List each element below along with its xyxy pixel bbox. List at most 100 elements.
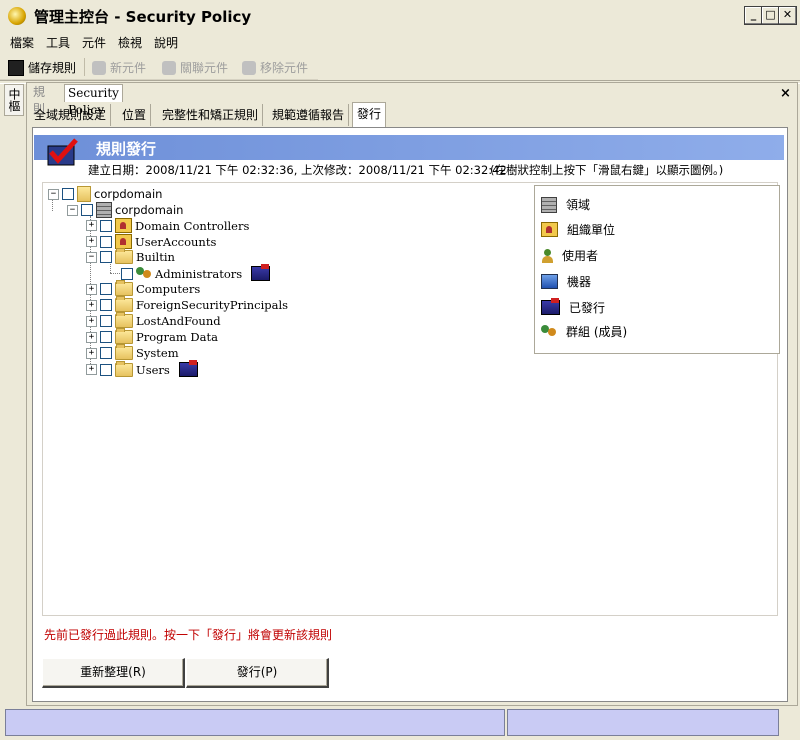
node-label: UserAccounts <box>135 234 217 249</box>
tree-node-program-data[interactable]: + Program Data <box>86 328 218 344</box>
tree-node-administrators[interactable]: Administrators <box>121 264 271 281</box>
expand-icon[interactable]: + <box>86 283 97 295</box>
folder-icon <box>115 280 133 296</box>
tree-node-users[interactable]: + Users <box>86 360 198 377</box>
tab-location[interactable]: 位置 <box>118 104 152 126</box>
tree-node-computers[interactable]: + Computers <box>86 280 201 296</box>
expand-icon[interactable]: + <box>86 331 97 343</box>
publish-button[interactable]: 發行(P) <box>186 658 329 688</box>
side-tab-hub[interactable]: 中樞 <box>4 84 24 116</box>
menu-file[interactable]: 檔案 <box>10 34 34 51</box>
tree-node-lostandfound[interactable]: + LostAndFound <box>86 312 221 328</box>
tab-publish[interactable]: 發行 <box>352 102 387 128</box>
checkbox[interactable] <box>62 188 74 200</box>
node-label: corpdomain <box>94 187 163 201</box>
node-label: LostAndFound <box>136 314 221 328</box>
legend-label: 組織單位 <box>567 223 616 237</box>
group-icon <box>541 325 557 338</box>
tree-node-useraccounts[interactable]: + UserAccounts <box>86 234 216 249</box>
node-label: Domain Controllers <box>135 218 250 233</box>
folder-icon <box>115 328 133 344</box>
close-document-icon[interactable]: × <box>780 86 791 101</box>
node-label: Program Data <box>136 330 218 344</box>
gears-link-icon <box>162 60 176 75</box>
doc-tab-security-policy[interactable]: Security Policy <box>64 84 123 117</box>
checkmark-icon <box>47 138 78 166</box>
doc-tab-rules[interactable]: 規則 <box>30 84 48 116</box>
close-button[interactable]: ✕ <box>778 6 797 25</box>
checkbox[interactable] <box>100 235 112 248</box>
published-icon <box>178 360 198 377</box>
collapse-icon[interactable]: − <box>48 188 59 200</box>
remove-component-label: 移除元件 <box>260 61 309 75</box>
node-label: System <box>136 346 179 360</box>
expand-icon[interactable]: + <box>86 299 97 311</box>
published-icon <box>251 264 271 281</box>
legend-popup: 領域 組織單位 使用者 機器 已發行 群組 (成員) <box>534 185 780 354</box>
tab-global-rules[interactable]: 全域規則設定 <box>30 104 112 126</box>
expand-icon[interactable]: + <box>86 220 97 231</box>
tab-integrity-remediation[interactable]: 完整性和矯正規則 <box>158 104 264 126</box>
tree-node-builtin[interactable]: − Builtin <box>86 248 175 264</box>
floppy-icon <box>8 59 24 76</box>
node-label: Administrators <box>155 266 243 281</box>
node-label: Computers <box>136 282 201 296</box>
checkbox[interactable] <box>100 219 112 232</box>
checkbox[interactable] <box>100 363 112 376</box>
folder-icon <box>115 248 133 264</box>
hint-text: (在樹狀控制上按下「滑鼠右鍵」以顯示圖例。) <box>490 163 724 177</box>
domain-icon <box>96 202 112 218</box>
tree-node-system[interactable]: + System <box>86 344 179 360</box>
checkbox[interactable] <box>100 347 112 359</box>
legend-label: 已發行 <box>569 301 606 315</box>
link-component-button[interactable]: 關聯元件 <box>162 59 228 76</box>
new-component-button[interactable]: 新元件 <box>92 59 146 76</box>
tree-node-root[interactable]: − corpdomain <box>48 186 162 202</box>
toolbar-items: 儲存規則 新元件 關聯元件 移除元件 <box>0 55 320 79</box>
checkbox[interactable] <box>100 331 112 343</box>
collapse-icon[interactable]: − <box>86 251 97 263</box>
gears-icon <box>92 60 106 75</box>
org-unit-icon <box>541 222 558 237</box>
checkbox[interactable] <box>81 204 93 216</box>
expand-icon[interactable]: + <box>86 315 97 327</box>
legend-label: 使用者 <box>562 249 599 263</box>
dates-text: 建立日期：2008/11/21 下午 02:32:36, 上次修改：2008/1… <box>88 163 507 177</box>
tree-node-domain-controllers[interactable]: + Domain Controllers <box>86 218 249 233</box>
menu-bar: 檔案 工具 元件 檢視 說明 <box>0 32 800 52</box>
expand-icon[interactable]: + <box>86 364 97 375</box>
checkbox[interactable] <box>100 251 112 263</box>
toolbar-separator <box>84 58 85 76</box>
collapse-icon[interactable]: − <box>67 204 78 216</box>
save-rules-button[interactable]: 儲存規則 <box>8 59 76 76</box>
tree-node-foreign-security-principals[interactable]: + ForeignSecurityPrincipals <box>86 296 288 312</box>
window-title: 管理主控台 - Security Policy <box>34 6 251 27</box>
title-sub: - Security Policy <box>109 8 252 26</box>
checkbox[interactable] <box>121 267 133 280</box>
refresh-button[interactable]: 重新整理(R) <box>42 658 185 688</box>
expand-icon[interactable]: + <box>86 236 97 247</box>
menu-view[interactable]: 檢視 <box>118 34 142 51</box>
checkbox[interactable] <box>100 315 112 327</box>
remove-component-button[interactable]: 移除元件 <box>242 59 308 76</box>
title-main: 管理主控台 <box>34 8 110 26</box>
tree-node-domain[interactable]: − corpdomain <box>67 202 183 218</box>
menu-help[interactable]: 說明 <box>154 34 178 51</box>
banner-title: 規則發行 <box>96 140 157 158</box>
legend-label: 群組 (成員) <box>566 325 628 339</box>
legend-published: 已發行 <box>541 298 606 316</box>
legend-label: 機器 <box>567 275 592 289</box>
menu-tools[interactable]: 工具 <box>46 34 70 51</box>
tab-compliance-report[interactable]: 規範遵循報告 <box>268 104 350 126</box>
group-icon <box>136 267 152 280</box>
checkbox[interactable] <box>100 283 112 295</box>
tree-line <box>110 273 120 274</box>
new-component-label: 新元件 <box>110 61 147 75</box>
link-component-label: 關聯元件 <box>180 61 229 75</box>
checkbox[interactable] <box>100 299 112 311</box>
expand-icon[interactable]: + <box>86 347 97 359</box>
legend-label: 領域 <box>566 198 591 212</box>
computer-icon <box>541 274 558 289</box>
menu-components[interactable]: 元件 <box>82 34 106 51</box>
legend-org-unit: 組織單位 <box>541 221 615 238</box>
